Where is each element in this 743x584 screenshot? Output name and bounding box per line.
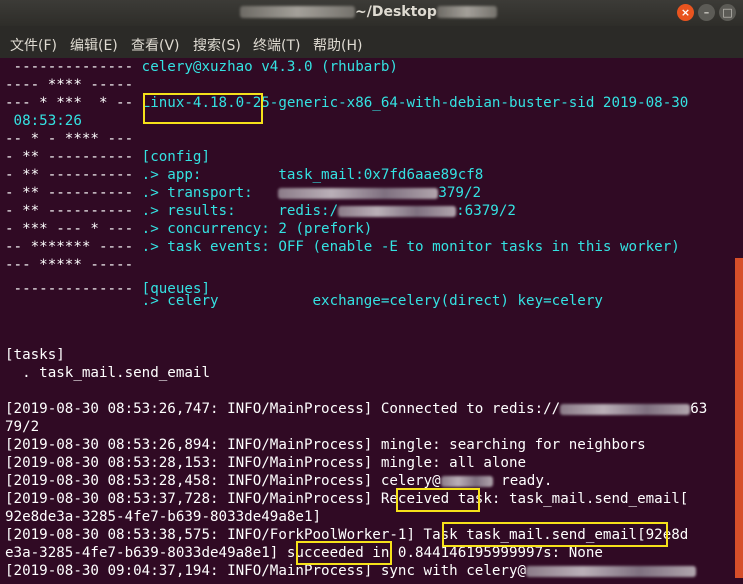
menu-help[interactable]: 帮助(H) (313, 35, 362, 55)
banner-line: -------------- celery@xuzhao v4.3.0 (rhu… (5, 59, 398, 75)
title-bar: ~/Desktop × – □ (0, 0, 743, 26)
redacted-text (240, 6, 355, 18)
log-line: 79/2 (5, 419, 40, 435)
tasks-header: [tasks] (5, 347, 65, 363)
highlight-received (396, 488, 480, 512)
highlight-task-name (442, 522, 668, 547)
redacted-text (440, 475, 493, 487)
banner-line: - ** ---------- [config] (5, 149, 211, 165)
banner-line: -- ******* ---- .> task events: OFF (ena… (5, 239, 680, 255)
menu-view[interactable]: 查看(V) (131, 35, 180, 55)
log-line: [2019-08-30 08:53:26,747: INFO/MainProce… (5, 401, 708, 417)
queue-line: .> celery exchange=celery(direct) key=ce… (5, 293, 603, 309)
maximize-icon[interactable]: □ (719, 4, 736, 21)
banner-line: - ** ---------- .> app: task_mail:0x7fd6… (5, 167, 484, 183)
close-icon[interactable]: × (677, 4, 694, 21)
menu-edit[interactable]: 编辑(E) (70, 35, 118, 55)
redacted-text (526, 565, 697, 577)
banner-line: - ** ---------- .> transport: 379/2 (5, 185, 482, 201)
log-line: [2019-08-30 08:53:28,153: INFO/MainProce… (5, 455, 527, 471)
window-title: ~/Desktop (240, 4, 497, 20)
banner-line: -- * - **** --- (5, 131, 134, 147)
menu-search[interactable]: 搜索(S) (193, 35, 241, 55)
highlight-linux-version (143, 93, 263, 124)
redacted-text (436, 6, 497, 18)
task-item: . task_mail.send_email (5, 365, 210, 381)
menu-bar: 文件(F) 编辑(E) 查看(V) 搜索(S) 终端(T) 帮助(H) (0, 26, 743, 58)
banner-line: --- ***** ----- (5, 257, 134, 273)
menu-terminal[interactable]: 终端(T) (253, 35, 300, 55)
redacted-text (278, 187, 439, 199)
banner-line: 08:53:26 (5, 113, 82, 129)
banner-line: - ** ---------- .> results: redis:/:6379… (5, 203, 516, 219)
banner-line: ---- **** ----- (5, 77, 134, 93)
window-title-text: ~/Desktop (355, 4, 437, 20)
redacted-text (338, 205, 457, 217)
terminal-output[interactable]: -------------- celery@xuzhao v4.3.0 (rhu… (0, 58, 743, 584)
redacted-text (560, 403, 691, 415)
log-line: 92e8de3a-3285-4fe7-b639-8033de49a8e1] (5, 509, 322, 525)
scrollbar[interactable] (735, 258, 743, 578)
log-line: [2019-08-30 08:53:37,728: INFO/MainProce… (5, 491, 689, 507)
menu-file[interactable]: 文件(F) (10, 35, 57, 55)
highlight-succeeded (296, 541, 392, 565)
banner-line: - *** --- * --- .> concurrency: 2 (prefo… (5, 221, 373, 237)
banner-line: --- * *** * -- Linux-4.18.0-25-generic-x… (5, 95, 689, 111)
minimize-icon[interactable]: – (698, 4, 715, 21)
log-line: [2019-08-30 08:53:26,894: INFO/MainProce… (5, 437, 646, 453)
